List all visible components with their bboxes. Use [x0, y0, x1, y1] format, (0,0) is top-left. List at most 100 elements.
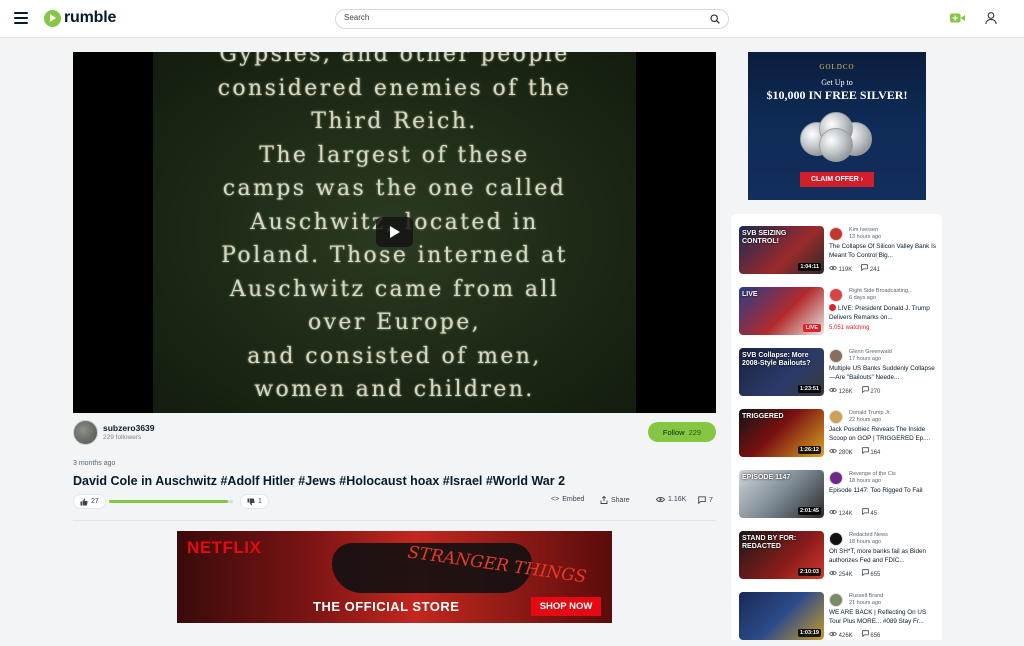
related-video-item[interactable]: TRIGGERED 1:26:12 Donald Trump Jr. 22 hours…: [739, 409, 939, 463]
channel-avatar[interactable]: [829, 349, 843, 363]
search-icon[interactable]: [710, 14, 720, 24]
comments-value: 241: [869, 267, 880, 273]
comments-button[interactable]: 7: [698, 496, 713, 504]
vote-ratio-fill: [109, 500, 229, 503]
video-title[interactable]: The Collapse Of Silicon Valley Bank Is M…: [829, 243, 939, 260]
related-video-item[interactable]: SVB SEIZING CONTROL! 1:04:11 Kim Iversen 13…: [739, 226, 939, 280]
embed-button[interactable]: <> Embed: [551, 496, 584, 503]
thumbs-down-icon: [247, 498, 255, 505]
channel-name[interactable]: Redacted News: [849, 532, 888, 538]
vote-ratio-bar: [109, 500, 233, 503]
video-player[interactable]: Gypsies, and other people considered enem…: [73, 52, 716, 413]
comments-stat: 656: [861, 630, 881, 639]
channel-avatar[interactable]: [829, 471, 843, 485]
thumbnail-text: EPISODE 1147: [742, 474, 791, 481]
caption-line: considered enemies of the: [217, 75, 572, 101]
views-stat: 254K: [829, 570, 853, 578]
comments-stat: 655: [861, 569, 880, 578]
play-button[interactable]: [376, 217, 413, 247]
eye-icon: [829, 387, 837, 392]
search-input[interactable]: [344, 13, 704, 22]
related-video-item[interactable]: LIVE LIVE Right Side Broadcasting... 6 days…: [739, 287, 939, 341]
video-title-text: Oh SH*T, more banks fail as Biden author…: [829, 548, 926, 564]
channel-avatar[interactable]: [829, 288, 843, 302]
video-thumbnail[interactable]: STAND BY FOR: REDACTED 2:10:03: [739, 531, 824, 579]
views-stat: 426K: [829, 631, 853, 639]
caption-line: Auschwitz came from all: [229, 276, 560, 302]
posted-time: 18 hours ago: [849, 539, 882, 545]
views-value: 254K: [838, 571, 853, 578]
share-icon: [600, 496, 608, 504]
ad-shop-now-button[interactable]: SHOP NOW: [531, 597, 601, 616]
channel-avatar[interactable]: [829, 532, 843, 546]
upload-video-icon[interactable]: [950, 12, 965, 24]
comment-icon: [861, 508, 869, 516]
video-stats: 119K 241: [829, 264, 880, 273]
video-title[interactable]: Oh SH*T, more banks fail as Biden author…: [829, 548, 939, 565]
dislike-button[interactable]: 1: [240, 494, 269, 509]
posted-time: 22 hours ago: [849, 417, 882, 423]
video-thumbnail[interactable]: SVB Collapse: More 2008-Style Bailouts? 1…: [739, 348, 824, 396]
ad-side-headline: $10,000 IN FREE SILVER!: [766, 88, 908, 102]
share-button[interactable]: Share: [600, 496, 630, 504]
channel-name[interactable]: Glenn Greenwald: [849, 349, 892, 355]
eye-icon: [829, 448, 837, 453]
video-title[interactable]: WE ARE BACK | Reflecting On US Tour Plus…: [829, 609, 939, 626]
video-title[interactable]: Episode 1147: Too Rigged To Fail: [829, 487, 939, 496]
posted-time: 13 hours ago: [849, 234, 882, 240]
related-video-item[interactable]: 1:03:19 Russell Brand 21 hours ago WE ARE B…: [739, 592, 939, 646]
video-thumbnail[interactable]: LIVE LIVE: [739, 287, 824, 335]
video-title[interactable]: LIVE: President Donald J. Trump Delivers…: [829, 304, 939, 321]
video-title[interactable]: Multiple US Banks Suddenly Collapse—Are …: [829, 365, 939, 382]
video-title[interactable]: Jack Posobiec Reveals The Inside Scoop o…: [829, 426, 939, 443]
channel-avatar[interactable]: [829, 410, 843, 424]
thumbnail-text: SVB SEIZING CONTROL!: [742, 230, 787, 245]
live-dot-icon: [829, 304, 836, 311]
video-thumbnail[interactable]: SVB SEIZING CONTROL! 1:04:11: [739, 226, 824, 274]
video-duration: 1:03:19: [798, 629, 821, 637]
related-video-item[interactable]: EPISODE 1147 2:01:45 Revenge of the Cis 18 …: [739, 470, 939, 524]
eye-icon: [656, 497, 665, 502]
channel-name[interactable]: Revenge of the Cis: [849, 471, 896, 477]
embed-label: Embed: [562, 496, 585, 503]
video-duration: 1:04:11: [798, 263, 821, 271]
like-button[interactable]: 27: [73, 494, 106, 509]
video-thumbnail[interactable]: TRIGGERED 1:26:12: [739, 409, 824, 457]
follow-button[interactable]: Follow 229: [648, 422, 716, 442]
channel-name[interactable]: Right Side Broadcasting...: [849, 288, 913, 294]
eye-icon: [829, 570, 837, 575]
comments-stat: 241: [861, 264, 880, 273]
user-account-icon[interactable]: [984, 11, 998, 25]
video-duration: 1:26:12: [798, 446, 821, 454]
channel-name[interactable]: Russell Brand: [849, 593, 883, 599]
channel-avatar[interactable]: [829, 593, 843, 607]
related-video-item[interactable]: STAND BY FOR: REDACTED 2:10:03 Redacted Ne…: [739, 531, 939, 585]
channel-avatar[interactable]: [73, 420, 98, 445]
ad-side-line1: Get Up to: [821, 78, 853, 87]
video-title: David Cole in Auschwitz #Adolf Hitler #J…: [73, 474, 566, 488]
comments-stat: 45: [861, 508, 877, 517]
views-value: 1.16K: [668, 496, 687, 503]
netflix-ad-banner[interactable]: NETFLIX STRANGER THINGS THE OFFICIAL STO…: [177, 531, 612, 623]
channel-name[interactable]: subzero3639: [103, 423, 155, 433]
comments-value: 656: [870, 633, 881, 639]
video-thumbnail[interactable]: EPISODE 1147 2:01:45: [739, 470, 824, 518]
comments-value: 164: [870, 450, 881, 456]
caption-line: women and children.: [254, 377, 535, 402]
related-video-item[interactable]: SVB Collapse: More 2008-Style Bailouts? 1…: [739, 348, 939, 402]
menu-icon[interactable]: [14, 12, 28, 24]
video-title-text: LIVE: President Donald J. Trump Delivers…: [829, 305, 930, 321]
channel-avatar[interactable]: [829, 227, 843, 241]
channel-name[interactable]: Kim Iversen: [849, 227, 878, 233]
thumbs-up-icon: [80, 498, 88, 505]
video-thumbnail[interactable]: 1:03:19: [739, 592, 824, 640]
channel-name[interactable]: Donald Trump Jr.: [849, 410, 891, 416]
claim-offer-button[interactable]: CLAIM OFFER ›: [800, 172, 874, 187]
video-actions: 27 1 <> Embed Share 1.16K 7: [73, 494, 716, 510]
goldco-ad-banner[interactable]: GOLDCO Get Up to $10,000 IN FREE SILVER!…: [748, 52, 926, 200]
rumble-logo[interactable]: rumble: [44, 9, 116, 27]
top-header: rumble: [0, 0, 1024, 38]
eye-icon: [829, 509, 837, 514]
logo-text: rumble: [64, 9, 117, 26]
dislike-count: 1: [258, 498, 262, 505]
